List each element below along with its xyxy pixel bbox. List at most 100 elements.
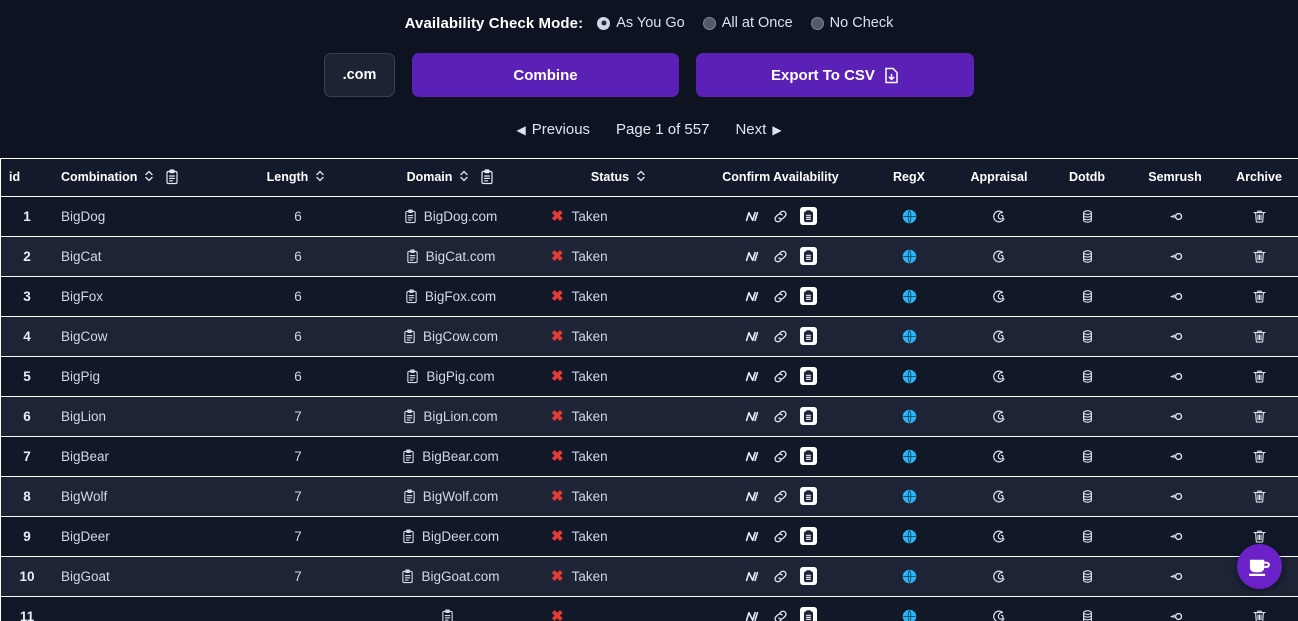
radio-no-check-icon[interactable] (810, 16, 824, 30)
copy-domain-row-icon[interactable] (406, 368, 419, 384)
link-icon[interactable] (772, 288, 789, 305)
sort-length-icon[interactable] (315, 169, 329, 185)
clipboard-white-icon[interactable] (800, 247, 817, 265)
trash-icon[interactable] (1251, 488, 1268, 505)
clipboard-white-icon[interactable] (800, 407, 817, 425)
database-icon[interactable] (1079, 328, 1096, 345)
namecheap-icon[interactable] (744, 248, 761, 265)
column-header-length[interactable]: Length (238, 159, 358, 197)
clipboard-white-icon[interactable] (800, 487, 817, 505)
namecheap-icon[interactable] (744, 448, 761, 465)
next-page-button[interactable]: Next ▶ (735, 121, 781, 138)
namecheap-icon[interactable] (744, 328, 761, 345)
copy-domain-row-icon[interactable] (403, 328, 416, 344)
sort-combination-icon[interactable] (144, 169, 158, 185)
appraisal-spiral-icon[interactable] (991, 448, 1008, 465)
copy-combination-icon[interactable] (165, 169, 179, 185)
copy-domain-row-icon[interactable] (401, 568, 414, 584)
link-icon[interactable] (772, 528, 789, 545)
link-icon[interactable] (772, 568, 789, 585)
appraisal-spiral-icon[interactable] (991, 568, 1008, 585)
radio-option-all-at-once[interactable]: All at Once (702, 15, 793, 31)
trash-icon[interactable] (1251, 528, 1268, 545)
sort-domain-icon[interactable] (459, 169, 473, 185)
trash-icon[interactable] (1251, 368, 1268, 385)
clipboard-white-icon[interactable] (800, 447, 817, 465)
clipboard-white-icon[interactable] (800, 367, 817, 385)
trash-icon[interactable] (1251, 608, 1268, 621)
semrush-comet-icon[interactable] (1167, 328, 1184, 345)
radio-option-no-check[interactable]: No Check (810, 15, 893, 31)
copy-domain-row-icon[interactable] (403, 488, 416, 504)
clipboard-white-icon[interactable] (800, 207, 817, 225)
copy-domain-row-icon[interactable] (403, 408, 416, 424)
semrush-comet-icon[interactable] (1167, 208, 1184, 225)
link-icon[interactable] (772, 248, 789, 265)
column-header-status[interactable]: Status (543, 159, 698, 197)
tld-button[interactable]: .com (324, 53, 395, 97)
previous-page-button[interactable]: ◀ Previous (516, 121, 590, 138)
namecheap-icon[interactable] (744, 488, 761, 505)
appraisal-spiral-icon[interactable] (991, 408, 1008, 425)
column-header-combination[interactable]: Combination (53, 159, 238, 197)
semrush-comet-icon[interactable] (1167, 568, 1184, 585)
link-icon[interactable] (772, 328, 789, 345)
appraisal-spiral-icon[interactable] (991, 368, 1008, 385)
database-icon[interactable] (1079, 448, 1096, 465)
trash-icon[interactable] (1251, 328, 1268, 345)
database-icon[interactable] (1079, 288, 1096, 305)
trash-icon[interactable] (1251, 408, 1268, 425)
appraisal-spiral-icon[interactable] (991, 248, 1008, 265)
column-header-domain[interactable]: Domain (358, 159, 543, 197)
link-icon[interactable] (772, 408, 789, 425)
namecheap-icon[interactable] (744, 528, 761, 545)
trash-icon[interactable] (1251, 448, 1268, 465)
link-icon[interactable] (772, 488, 789, 505)
semrush-comet-icon[interactable] (1167, 448, 1184, 465)
globe-icon[interactable] (901, 448, 918, 465)
copy-domain-row-icon[interactable] (441, 608, 454, 621)
namecheap-icon[interactable] (744, 208, 761, 225)
database-icon[interactable] (1079, 208, 1096, 225)
copy-domain-icon[interactable] (480, 169, 494, 185)
semrush-comet-icon[interactable] (1167, 488, 1184, 505)
semrush-comet-icon[interactable] (1167, 248, 1184, 265)
clipboard-white-icon[interactable] (800, 607, 817, 621)
globe-icon[interactable] (901, 288, 918, 305)
database-icon[interactable] (1079, 528, 1096, 545)
radio-option-as-you-go[interactable]: As You Go (597, 15, 685, 31)
appraisal-spiral-icon[interactable] (991, 288, 1008, 305)
copy-domain-row-icon[interactable] (406, 248, 419, 264)
database-icon[interactable] (1079, 488, 1096, 505)
clipboard-white-icon[interactable] (800, 567, 817, 585)
appraisal-spiral-icon[interactable] (991, 608, 1008, 621)
globe-icon[interactable] (901, 248, 918, 265)
link-icon[interactable] (772, 368, 789, 385)
database-icon[interactable] (1079, 368, 1096, 385)
database-icon[interactable] (1079, 608, 1096, 621)
appraisal-spiral-icon[interactable] (991, 328, 1008, 345)
link-icon[interactable] (772, 448, 789, 465)
clipboard-white-icon[interactable] (800, 527, 817, 545)
copy-domain-row-icon[interactable] (404, 208, 417, 224)
semrush-comet-icon[interactable] (1167, 368, 1184, 385)
database-icon[interactable] (1079, 408, 1096, 425)
semrush-comet-icon[interactable] (1167, 408, 1184, 425)
copy-domain-row-icon[interactable] (402, 448, 415, 464)
export-to-csv-button[interactable]: Export To CSV (696, 53, 974, 97)
copy-domain-row-icon[interactable] (405, 288, 418, 304)
clipboard-white-icon[interactable] (800, 287, 817, 305)
buy-me-a-coffee-widget-button[interactable] (1237, 544, 1282, 589)
clipboard-white-icon[interactable] (800, 327, 817, 345)
radio-all-at-once-icon[interactable] (702, 16, 716, 30)
radio-as-you-go-icon[interactable] (597, 16, 611, 30)
combine-button[interactable]: Combine (412, 53, 679, 97)
link-icon[interactable] (772, 208, 789, 225)
semrush-comet-icon[interactable] (1167, 528, 1184, 545)
database-icon[interactable] (1079, 248, 1096, 265)
globe-icon[interactable] (901, 328, 918, 345)
globe-icon[interactable] (901, 208, 918, 225)
globe-icon[interactable] (901, 368, 918, 385)
namecheap-icon[interactable] (744, 408, 761, 425)
namecheap-icon[interactable] (744, 568, 761, 585)
